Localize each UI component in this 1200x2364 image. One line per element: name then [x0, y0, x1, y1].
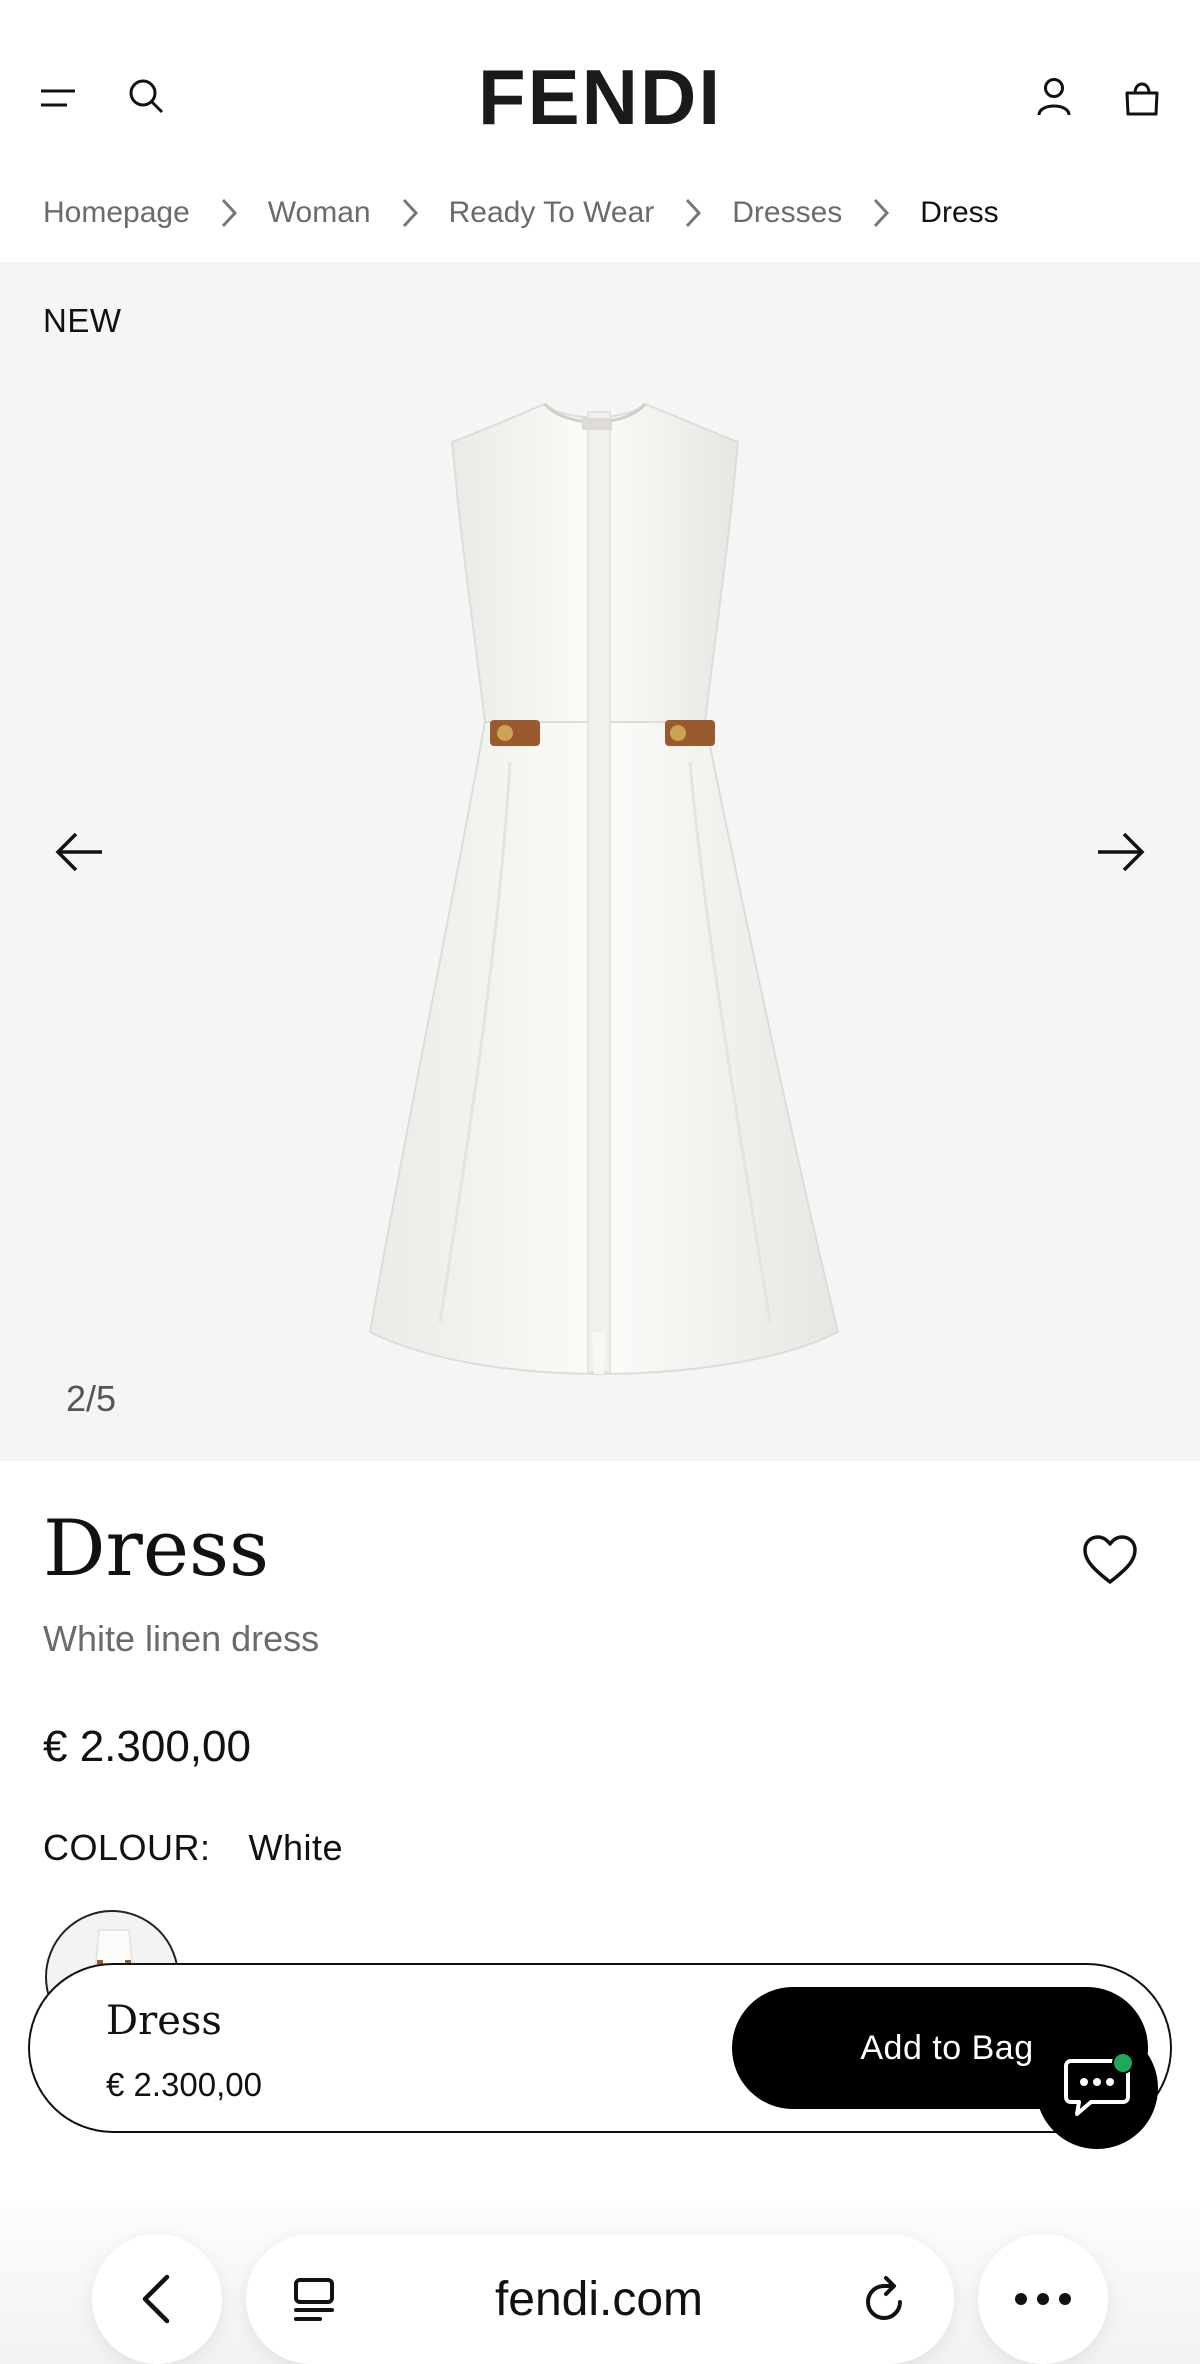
chat-online-indicator: [1112, 2052, 1134, 2074]
chevron-left-icon: [142, 2274, 170, 2324]
account-icon[interactable]: [1032, 74, 1076, 120]
product-image[interactable]: [360, 332, 850, 1412]
product-title: Dress: [43, 1504, 270, 1594]
colour-label: COLOUR:: [43, 1827, 211, 1868]
breadcrumb-woman[interactable]: Woman: [268, 196, 371, 230]
brand-logo[interactable]: FENDI: [0, 52, 1200, 143]
chevron-right-icon: [220, 197, 238, 229]
breadcrumb-dresses[interactable]: Dresses: [732, 196, 842, 230]
sticky-product-price: € 2.300,00: [106, 2066, 262, 2103]
arrow-right-icon[interactable]: [1090, 822, 1150, 882]
chat-button[interactable]: [1036, 2027, 1158, 2149]
reload-icon[interactable]: [862, 2274, 908, 2324]
breadcrumb-dress: Dress: [920, 196, 999, 229]
chevron-right-icon: [401, 197, 419, 229]
breadcrumb-homepage[interactable]: Homepage: [43, 196, 190, 230]
wishlist-heart-icon[interactable]: [1082, 1534, 1138, 1586]
image-counter: 2/5: [66, 1378, 117, 1419]
product-gallery[interactable]: NEW 2/5: [0, 262, 1200, 1461]
product-price: € 2.300,00: [43, 1722, 251, 1771]
sticky-product-title: Dress: [106, 1998, 222, 2044]
breadcrumb: Homepage Woman Ready To Wear Dresses Dre…: [43, 196, 999, 230]
new-badge: NEW: [43, 302, 122, 339]
colour-row: COLOUR: White: [43, 1827, 343, 1869]
browser-more-button[interactable]: [978, 2234, 1108, 2364]
arrow-left-icon[interactable]: [50, 822, 110, 882]
product-subtitle: White linen dress: [43, 1618, 320, 1659]
sticky-add-to-bag-bar: Dress € 2.300,00 Add to Bag: [28, 1963, 1172, 2133]
site-header: FENDI: [0, 0, 1200, 175]
colour-value: White: [248, 1827, 344, 1868]
browser-back-button[interactable]: [92, 2234, 222, 2364]
breadcrumb-ready-to-wear[interactable]: Ready To Wear: [449, 196, 655, 230]
product-info: Dress White linen dress: [43, 1510, 1163, 1660]
browser-address-bar[interactable]: fendi.com: [246, 2234, 954, 2364]
bag-icon[interactable]: [1120, 74, 1164, 120]
browser-url[interactable]: fendi.com: [495, 2272, 703, 2327]
chevron-right-icon: [684, 197, 702, 229]
browser-toolbar: fendi.com: [0, 2200, 1200, 2364]
chevron-right-icon: [872, 197, 890, 229]
more-icon: [1015, 2293, 1071, 2305]
tabs-icon[interactable]: [292, 2274, 336, 2324]
